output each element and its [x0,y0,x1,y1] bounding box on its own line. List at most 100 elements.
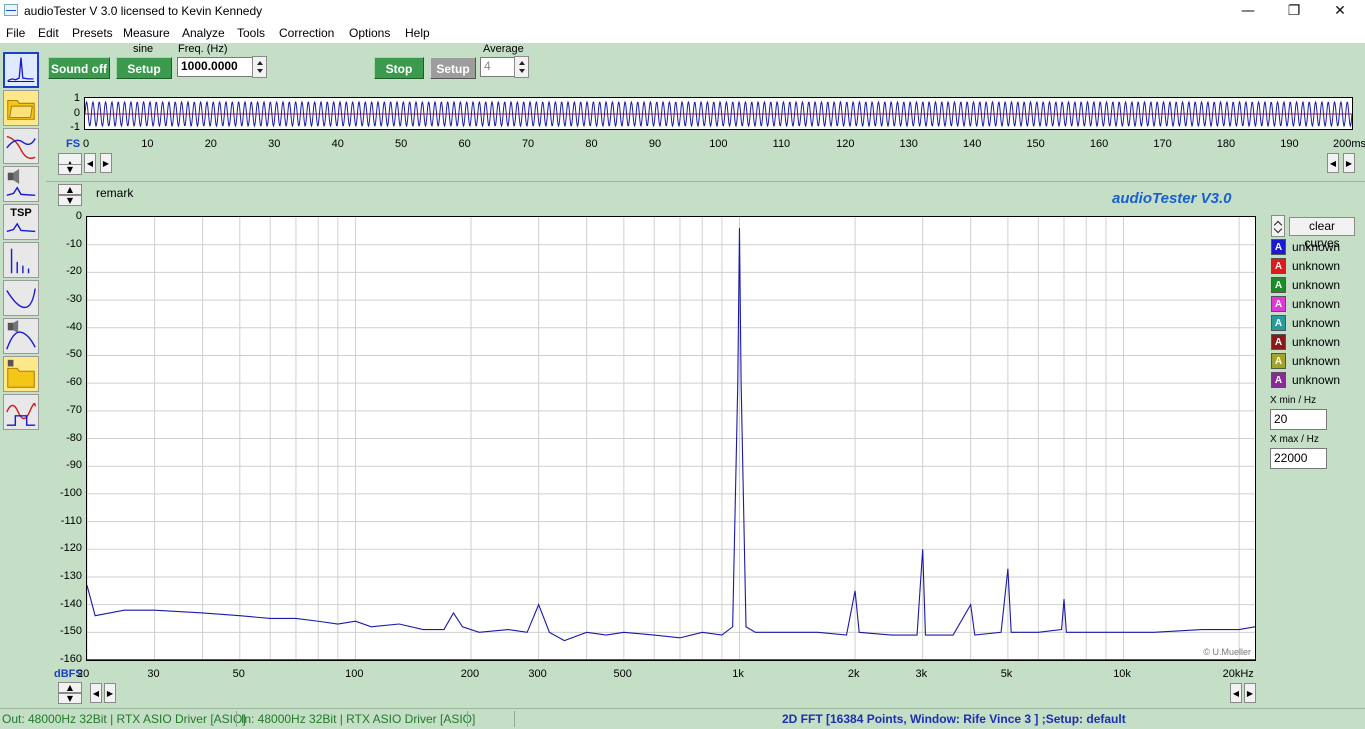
menu-edit[interactable]: Edit [38,26,59,40]
curve-color-icon[interactable]: A [1271,296,1286,312]
spec-y-scroll-down-icon[interactable]: ▼ [58,693,82,704]
curve-color-icon[interactable]: A [1271,315,1286,331]
average-spinner[interactable] [514,56,529,78]
spectrum-x-tick: 50 [232,668,245,680]
menu-correction[interactable]: Correction [279,26,334,40]
menu-analyze[interactable]: Analyze [182,26,225,40]
fft-spectrum-tool-icon[interactable] [3,52,39,88]
spectrum-y-tick: -160 [59,653,82,665]
legend-item[interactable]: Aunknown [1271,334,1363,351]
average-label: Average [483,43,524,55]
osc-y-scroll-down-icon[interactable]: ▼ [58,164,82,175]
analyzer-setup-button[interactable]: Setup [430,57,476,79]
legend-spinner-icon[interactable] [1271,215,1285,237]
panel-scroll-down-icon[interactable]: ▼ [58,195,82,206]
average-input[interactable]: 4 [480,57,516,77]
window-title: audioTester V 3.0 licensed to Kevin Kenn… [24,4,263,18]
speaker-response-tool-icon[interactable] [3,318,39,354]
curve-color-icon[interactable]: A [1271,353,1286,369]
curve-color-icon[interactable]: A [1271,239,1286,255]
menu-file[interactable]: File [6,26,25,40]
brand-label: audioTester V3.0 [1112,190,1232,207]
menu-options[interactable]: Options [349,26,390,40]
legend-item[interactable]: Aunknown [1271,296,1363,313]
legend-item-label: unknown [1292,240,1341,254]
spectrum-y-tick: -50 [66,348,82,361]
spectrum-y-tick: -60 [66,376,82,389]
status-divider [467,711,468,727]
legend-item[interactable]: Aunknown [1271,372,1363,389]
curve-color-icon[interactable]: A [1271,334,1286,350]
osc-x-tick: 160 [1089,138,1109,150]
restore-button[interactable]: ❐ [1271,0,1317,23]
presets-folder-icon[interactable] [3,90,39,126]
legend-item[interactable]: Aunknown [1271,277,1363,294]
spec-scroll-left-icon[interactable]: ◀ [90,683,102,703]
spectrum-x-tick: 300 [528,668,547,680]
filter-curve-tool-icon[interactable] [3,280,39,316]
waveform-tool-icon[interactable] [3,394,39,430]
spec-scroll-right-icon[interactable]: ▶ [104,683,116,703]
menu-help[interactable]: Help [405,26,430,40]
osc-zoom-right-icon[interactable]: ▶ [1343,153,1355,173]
distortion-tool-icon[interactable] [3,242,39,278]
legend-item-label: unknown [1292,297,1341,311]
spectrum-y-tick: -110 [60,514,82,527]
spectrum-x-tick: 10k [1113,668,1131,680]
spectrum-y-tick: -120 [59,542,82,555]
osc-x-tick: 190 [1280,138,1299,150]
xmax-label: X max / Hz [1270,434,1319,445]
status-input: In: 48000Hz 32Bit | RTX ASIO Driver [ASI… [241,712,476,726]
sound-off-button[interactable]: Sound off [48,57,110,79]
spectrum-series-0 [87,228,1255,642]
panel-scroll-up-icon[interactable]: ▲ [58,184,82,195]
legend-item-label: unknown [1292,316,1341,330]
osc-fs-label: FS [66,138,81,150]
spectrum-y-tick: -140 [59,597,82,610]
menu-tools[interactable]: Tools [237,26,265,40]
clear-curves-button[interactable]: clear curves [1289,217,1355,250]
status-fft-info: 2D FFT [16384 Points, Window: Rife Vince… [782,712,1126,726]
status-bar: Out: 48000Hz 32Bit | RTX ASIO Driver [AS… [0,708,1365,729]
presets-folder-2-icon[interactable] [3,356,39,392]
legend-item[interactable]: Aunknown [1271,353,1363,370]
oscilloscope-view [84,97,1353,130]
menu-presets[interactable]: Presets [72,26,113,40]
osc-x-tick: 50 [395,138,408,150]
stop-button[interactable]: Stop [374,57,424,79]
curve-color-icon[interactable]: A [1271,372,1286,388]
osc-x-tick: 110 [772,138,791,150]
legend-item[interactable]: Aunknown [1271,315,1363,332]
legend-item-label: unknown [1292,373,1341,387]
menu-measure[interactable]: Measure [123,26,170,40]
frequency-response-tool-icon[interactable] [3,128,39,164]
osc-x-tick: 40 [331,138,344,150]
status-divider [236,711,237,727]
impedance-tool-icon[interactable] [3,166,39,202]
spectrum-y-tick: -20 [66,265,82,278]
spec-zoom-left-icon[interactable]: ◀ [1230,683,1242,703]
remark-field[interactable]: remark [96,186,133,200]
osc-scroll-right-icon[interactable]: ▶ [100,153,112,173]
osc-x-tick: 90 [648,138,662,150]
spec-zoom-right-icon[interactable]: ▶ [1244,683,1256,703]
curve-color-icon[interactable]: A [1271,277,1286,293]
frequency-spinner[interactable] [252,56,267,78]
osc-x-tick: 170 [1153,138,1172,150]
tsp-tool-icon[interactable]: TSP [3,204,39,240]
legend-item[interactable]: Aunknown [1271,239,1363,256]
generator-setup-button[interactable]: Setup [116,57,172,79]
xmin-input[interactable]: 20 [1270,409,1327,430]
xmax-input[interactable]: 22000 [1270,448,1327,469]
spec-y-scroll-up-icon[interactable]: ▲ [58,682,82,693]
osc-x-tick: 0 [83,138,90,150]
close-button[interactable]: ✕ [1317,0,1363,23]
osc-zoom-left-icon[interactable]: ◀ [1327,153,1339,173]
frequency-input[interactable]: 1000.0000 [177,57,253,77]
minimize-button[interactable]: — [1225,0,1271,23]
osc-x-tick: 140 [963,138,982,150]
osc-scroll-left-icon[interactable]: ◀ [84,153,96,173]
legend-item[interactable]: Aunknown [1271,258,1363,275]
osc-x-tick: 150 [1026,138,1045,150]
curve-color-icon[interactable]: A [1271,258,1286,274]
